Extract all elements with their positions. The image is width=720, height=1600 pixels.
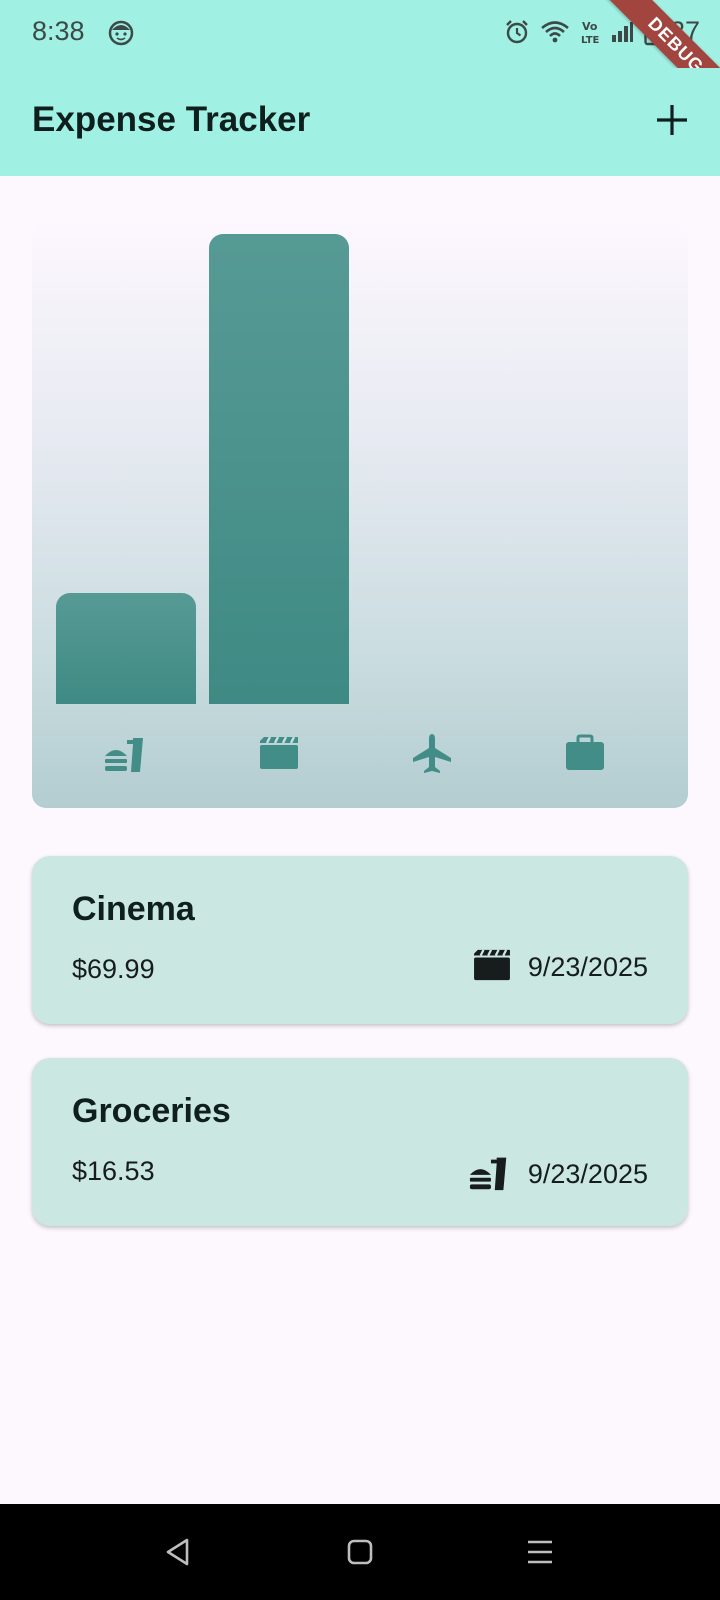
home-button[interactable] [336,1528,384,1576]
chart-bar-leisure [209,234,349,704]
alarm-icon [504,19,530,45]
expense-date: 9/23/2025 [527,1159,648,1189]
svg-text:Vo: Vo [582,20,598,33]
expense-card[interactable]: Groceries $16.53 9/23/2025 [32,1058,688,1226]
svg-text:LTE: LTE [581,35,600,45]
add-icon [657,105,687,135]
volte-icon: Vo LTE [580,19,600,45]
wifi-icon [540,19,570,45]
home-icon [347,1539,373,1565]
add-expense-button[interactable] [646,94,698,146]
expense-date: 9/23/2025 [527,952,648,982]
expense-card[interactable]: Cinema $69.99 9/23/2025 [32,856,688,1024]
expense-chart [32,220,688,808]
fastfood-icon [56,718,196,788]
movie-icon [209,718,349,788]
status-bar: 8:38 Vo LTE 27 [0,0,720,68]
app-bar: Expense Tracker [0,68,720,176]
chart-bar-food [56,593,196,704]
expense-title: Groceries [72,1092,231,1130]
chart-plot-area [56,220,680,704]
recents-button[interactable] [516,1528,564,1576]
flight-icon [362,718,502,788]
signal-icon [610,20,634,44]
recents-icon [528,1540,552,1564]
back-button[interactable] [154,1528,202,1576]
expense-meta: 9/23/2025 [472,948,648,987]
chart-category-icons [56,718,680,788]
page-title: Expense Tracker [32,100,311,139]
expense-amount: $16.53 [72,1156,155,1186]
work-icon [515,718,655,788]
system-nav-bar [0,1504,720,1600]
expense-title: Cinema [72,890,195,928]
expense-amount: $69.99 [72,954,155,984]
face-icon [108,20,134,46]
status-time: 8:38 [32,16,85,46]
expense-meta: 9/23/2025 [468,1150,648,1199]
back-icon [166,1538,189,1566]
fastfood-icon [468,1150,512,1199]
movie-icon [472,948,512,987]
